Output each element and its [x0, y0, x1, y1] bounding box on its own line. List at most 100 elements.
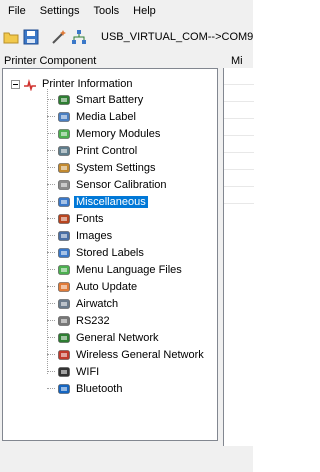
- tree-connector: [47, 99, 55, 100]
- tree-item-label: Miscellaneous: [74, 195, 148, 208]
- media-label-icon: [57, 110, 71, 124]
- tree-item[interactable]: General Network: [47, 329, 161, 346]
- tree-item-label: Auto Update: [76, 280, 138, 293]
- tree-item[interactable]: WIFI: [47, 363, 101, 380]
- battery-icon: [57, 93, 71, 107]
- tree-connector: [47, 252, 55, 253]
- tree-item[interactable]: Print Control: [47, 142, 139, 159]
- tree-item[interactable]: Airwatch: [47, 295, 120, 312]
- tree-item-label: Media Label: [76, 110, 136, 123]
- menu-file[interactable]: File: [8, 5, 26, 17]
- airwatch-icon: [57, 297, 71, 311]
- tree-item[interactable]: Memory Modules: [47, 125, 162, 142]
- collapse-icon[interactable]: [11, 80, 20, 89]
- tree-item-label: General Network: [76, 331, 159, 344]
- menu-settings[interactable]: Settings: [40, 5, 80, 17]
- tree-item-label: System Settings: [76, 161, 156, 174]
- tree-item[interactable]: Bluetooth: [47, 380, 124, 397]
- right-panel-row: [224, 85, 254, 102]
- network-connect-icon[interactable]: [71, 29, 87, 45]
- tree-item-label: RS232: [76, 314, 110, 327]
- auto-update-icon: [57, 280, 71, 294]
- tree-connector: [47, 354, 55, 355]
- tree-item[interactable]: Wireless General Network: [47, 346, 206, 363]
- tree-item[interactable]: Auto Update: [47, 278, 139, 295]
- tree-connector: [47, 184, 55, 185]
- toolbar: USB_VIRTUAL_COM-->COM9: [0, 22, 253, 52]
- right-panel: [223, 68, 254, 448]
- tree-connector: [47, 116, 55, 117]
- tree-item[interactable]: Sensor Calibration: [47, 176, 169, 193]
- tree-item[interactable]: Stored Labels: [47, 244, 146, 261]
- connection-label: USB_VIRTUAL_COM-->COM9: [101, 31, 254, 43]
- wireless-network-icon: [57, 348, 71, 362]
- wand-icon[interactable]: [51, 29, 67, 45]
- tree-connector: [47, 201, 55, 202]
- right-panel-row: [224, 136, 254, 153]
- tree-item-label: Smart Battery: [76, 93, 144, 106]
- right-panel-row: [224, 170, 254, 187]
- tree-item[interactable]: Smart Battery: [47, 91, 145, 108]
- wifi-icon: [57, 365, 71, 379]
- tree-item[interactable]: Images: [47, 227, 114, 244]
- tree-item-label: Sensor Calibration: [76, 178, 167, 191]
- printer-component-title: Printer Component: [4, 55, 97, 67]
- right-panel-row: [224, 187, 254, 204]
- tree-item-label: Images: [76, 229, 113, 242]
- tree-item[interactable]: Media Label: [47, 108, 138, 125]
- wrench-icon: [57, 161, 71, 175]
- network-icon: [57, 331, 71, 345]
- tree-connector: [47, 133, 55, 134]
- tree-item-label: Wireless General Network: [76, 348, 204, 361]
- misc-icon: [57, 195, 71, 209]
- tree-item-label: Airwatch: [76, 297, 119, 310]
- language-icon: [57, 263, 71, 277]
- right-panel-row: [224, 102, 254, 119]
- tree-item-label: Fonts: [76, 212, 104, 225]
- tree-connector: [47, 388, 55, 389]
- status-area: [0, 446, 253, 472]
- tree-connector: [47, 286, 55, 287]
- tree-connector: [47, 218, 55, 219]
- tree-connector: [47, 320, 55, 321]
- tree-item[interactable]: Fonts: [47, 210, 106, 227]
- menu-help[interactable]: Help: [133, 5, 156, 17]
- tree-item[interactable]: System Settings: [47, 159, 157, 176]
- app-window: File Settings Tools Help USB_VIRTUAL_COM…: [0, 0, 254, 472]
- printer-component-tree[interactable]: Printer Information Smart Battery Media L…: [2, 68, 218, 441]
- open-folder-icon[interactable]: [3, 29, 19, 45]
- tree-item[interactable]: Miscellaneous: [47, 193, 148, 210]
- tree-connector: [47, 303, 55, 304]
- tree-connector: [47, 269, 55, 270]
- images-icon: [57, 229, 71, 243]
- printer-info-icon: [23, 77, 37, 91]
- tree-connector: [47, 337, 55, 338]
- tree-item-label: Menu Language Files: [76, 263, 182, 276]
- tree-item-label: WIFI: [76, 365, 100, 378]
- menu-tools[interactable]: Tools: [93, 5, 119, 17]
- right-panel-row: [224, 153, 254, 170]
- tree-item[interactable]: Menu Language Files: [47, 261, 184, 278]
- tree-connector: [47, 150, 55, 151]
- memory-icon: [57, 127, 71, 141]
- stored-labels-icon: [57, 246, 71, 260]
- tree-root-label: Printer Information: [42, 78, 133, 90]
- tree-connector: [47, 371, 55, 372]
- save-icon[interactable]: [23, 29, 39, 45]
- font-icon: [57, 212, 71, 226]
- tree-item-label: Memory Modules: [76, 127, 161, 140]
- tree-connector: [47, 235, 55, 236]
- printer-icon: [57, 144, 71, 158]
- tree-item-label: Print Control: [76, 144, 138, 157]
- sensor-icon: [57, 178, 71, 192]
- tree-item[interactable]: RS232: [47, 312, 112, 329]
- bluetooth-icon: [57, 382, 71, 396]
- tree-item-label: Bluetooth: [76, 382, 123, 395]
- menu-bar: File Settings Tools Help: [0, 0, 253, 22]
- right-panel-title: Mi: [231, 55, 243, 67]
- tree-connector: [47, 167, 55, 168]
- tree-item-label: Stored Labels: [76, 246, 144, 259]
- right-panel-row: [224, 119, 254, 136]
- right-panel-row: [224, 68, 254, 85]
- rs232-icon: [57, 314, 71, 328]
